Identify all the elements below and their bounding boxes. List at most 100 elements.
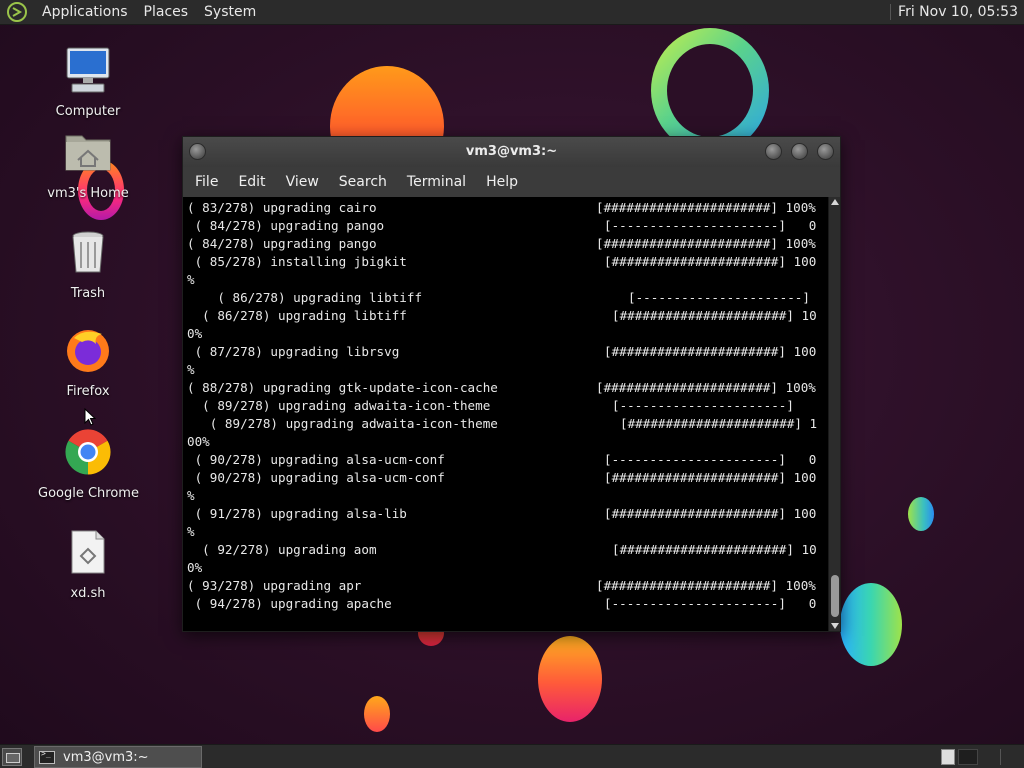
terminal-line-text: ( 93/278) upgrading apr — [187, 578, 362, 593]
terminal-line-text: % — [187, 488, 195, 503]
terminal-progress-bar: [######################] 1 — [620, 416, 818, 431]
desktop-icon-firefox[interactable]: Firefox — [38, 326, 138, 399]
desktop-icon-label: Firefox — [66, 384, 110, 399]
desktop-icon-chrome[interactable]: Google Chrome — [38, 428, 139, 501]
terminal-line: 00% — [187, 433, 829, 451]
terminal-line: ( 90/278) upgrading alsa-ucm-conf [------… — [187, 451, 829, 469]
terminal-progress-bar: [######################] 100 — [604, 254, 817, 269]
terminal-line: ( 89/278) upgrading adwaita-icon-theme [-… — [187, 397, 829, 415]
window-menu-button[interactable] — [189, 143, 206, 160]
close-button[interactable] — [817, 143, 834, 160]
script-file-icon — [71, 530, 105, 574]
bottom-panel: vm3@vm3:~ — [0, 744, 1024, 768]
places-menu[interactable]: Places — [136, 0, 197, 25]
terminal-progress-bar: [----------------------] 0 — [604, 452, 817, 467]
workspace-2[interactable] — [958, 749, 978, 765]
terminal-line-text: 0% — [187, 326, 203, 341]
menu-search[interactable]: Search — [331, 167, 395, 197]
terminal-progress-bar: [######################] 100 — [604, 470, 817, 485]
taskbar-window-label: vm3@vm3:~ — [63, 749, 149, 765]
terminal-progress-bar: [######################] 100% — [596, 578, 816, 593]
terminal-line-text: ( 90/278) upgrading alsa-ucm-conf — [187, 470, 445, 485]
minimize-button[interactable] — [765, 143, 782, 160]
menu-edit[interactable]: Edit — [230, 167, 273, 197]
scroll-down-icon[interactable] — [831, 623, 839, 629]
terminal-progress-bar: [######################] 100% — [596, 200, 816, 215]
terminal-line-text: ( 90/278) upgrading alsa-ucm-conf — [187, 452, 445, 467]
terminal-line-text: ( 85/278) installing jbigkit — [187, 254, 407, 269]
terminal-line-text: ( 86/278) upgrading libtiff — [187, 290, 423, 305]
terminal-line-text: ( 89/278) upgrading adwaita-icon-theme — [187, 398, 491, 413]
panel-separator — [1000, 749, 1002, 765]
terminal-progress-bar: [######################] 10 — [612, 308, 817, 323]
maximize-button[interactable] — [791, 143, 808, 160]
terminal-line: ( 88/278) upgrading gtk-update-icon-cach… — [187, 379, 829, 397]
terminal-progress-bar: [----------------------] 0 — [604, 218, 817, 233]
scrollbar-thumb[interactable] — [831, 575, 839, 617]
taskbar-window-button[interactable]: vm3@vm3:~ — [34, 746, 202, 768]
desktop-icon-label: vm3's Home — [47, 186, 129, 201]
terminal-line: % — [187, 523, 829, 541]
trash-icon — [72, 231, 104, 273]
computer-icon — [66, 47, 110, 93]
firefox-icon — [67, 330, 109, 372]
terminal-icon — [39, 749, 55, 764]
terminal-line: ( 94/278) upgrading apache [-------------… — [187, 595, 829, 613]
terminal-line: 0% — [187, 559, 829, 577]
terminal-line: % — [187, 487, 829, 505]
mouse-cursor-icon — [84, 408, 96, 426]
terminal-line-text: ( 92/278) upgrading aom — [187, 542, 377, 557]
terminal-line: ( 92/278) upgrading aom [################… — [187, 541, 829, 559]
top-panel: Applications Places System Fri Nov 10, 0… — [0, 0, 1024, 25]
wallpaper-shape — [538, 636, 602, 722]
desktop-icon-label: Computer — [55, 104, 121, 119]
menu-file[interactable]: File — [187, 167, 226, 197]
terminal-scrollbar[interactable] — [828, 197, 840, 631]
workspace-1[interactable] — [941, 749, 955, 765]
terminal-progress-bar: [######################] 100 — [604, 344, 817, 359]
desktop-icon-trash[interactable]: Trash — [38, 228, 138, 301]
desktop-icon-label: xd.sh — [70, 586, 106, 601]
window-menubar: File Edit View Search Terminal Help — [183, 167, 840, 197]
terminal-progress-bar: [----------------------] 0 — [604, 596, 817, 611]
terminal-line-text: ( 87/278) upgrading librsvg — [187, 344, 400, 359]
home-folder-icon — [65, 135, 111, 171]
menu-view[interactable]: View — [278, 167, 327, 197]
terminal-line-text: ( 84/278) upgrading pango — [187, 218, 385, 233]
terminal-line: 0% — [187, 325, 829, 343]
terminal-line-text: ( 83/278) upgrading cairo — [187, 200, 377, 215]
clock[interactable]: Fri Nov 10, 05:53 — [898, 4, 1024, 20]
show-desktop-button[interactable] — [2, 748, 22, 766]
terminal-line: ( 85/278) installing jbigkit [###########… — [187, 253, 829, 271]
desktop-icon-xd-sh[interactable]: xd.sh — [38, 528, 138, 601]
menu-terminal[interactable]: Terminal — [399, 167, 474, 197]
panel-separator — [890, 4, 892, 20]
scroll-up-icon[interactable] — [831, 199, 839, 205]
distro-logo-icon[interactable] — [6, 1, 28, 23]
terminal-progress-bar: [######################] 10 — [612, 542, 817, 557]
terminal-line-text: ( 84/278) upgrading pango — [187, 236, 377, 251]
terminal-line-text: ( 91/278) upgrading alsa-lib — [187, 506, 407, 521]
terminal-progress-bar: [----------------------] — [628, 290, 810, 305]
wallpaper-shape — [908, 497, 934, 531]
window-title: vm3@vm3:~ — [465, 144, 558, 159]
terminal-line-text: ( 94/278) upgrading apache — [187, 596, 392, 611]
terminal-line: ( 84/278) upgrading pango [--------------… — [187, 217, 829, 235]
terminal-output[interactable]: ( 83/278) upgrading cairo [##############… — [183, 197, 829, 631]
desktop-icon-computer[interactable]: Computer — [38, 46, 138, 119]
window-titlebar[interactable]: vm3@vm3:~ — [183, 137, 840, 167]
terminal-line: % — [187, 361, 829, 379]
terminal-line: ( 86/278) upgrading libtiff [------------… — [187, 289, 829, 307]
terminal-line: ( 93/278) upgrading apr [################… — [187, 577, 829, 595]
menu-help[interactable]: Help — [478, 167, 526, 197]
desktop-icon-home[interactable]: vm3's Home — [38, 128, 138, 201]
applications-menu[interactable]: Applications — [34, 0, 136, 25]
terminal-line: ( 91/278) upgrading alsa-lib [###########… — [187, 505, 829, 523]
terminal-line: % — [187, 271, 829, 289]
terminal-line: ( 83/278) upgrading cairo [##############… — [187, 199, 829, 217]
terminal-line-text: % — [187, 272, 195, 287]
terminal-window[interactable]: vm3@vm3:~ File Edit View Search Terminal… — [182, 136, 841, 632]
terminal-line-text: ( 89/278) upgrading adwaita-icon-theme — [187, 416, 498, 431]
wallpaper-shape — [364, 696, 390, 732]
system-menu[interactable]: System — [196, 0, 264, 25]
